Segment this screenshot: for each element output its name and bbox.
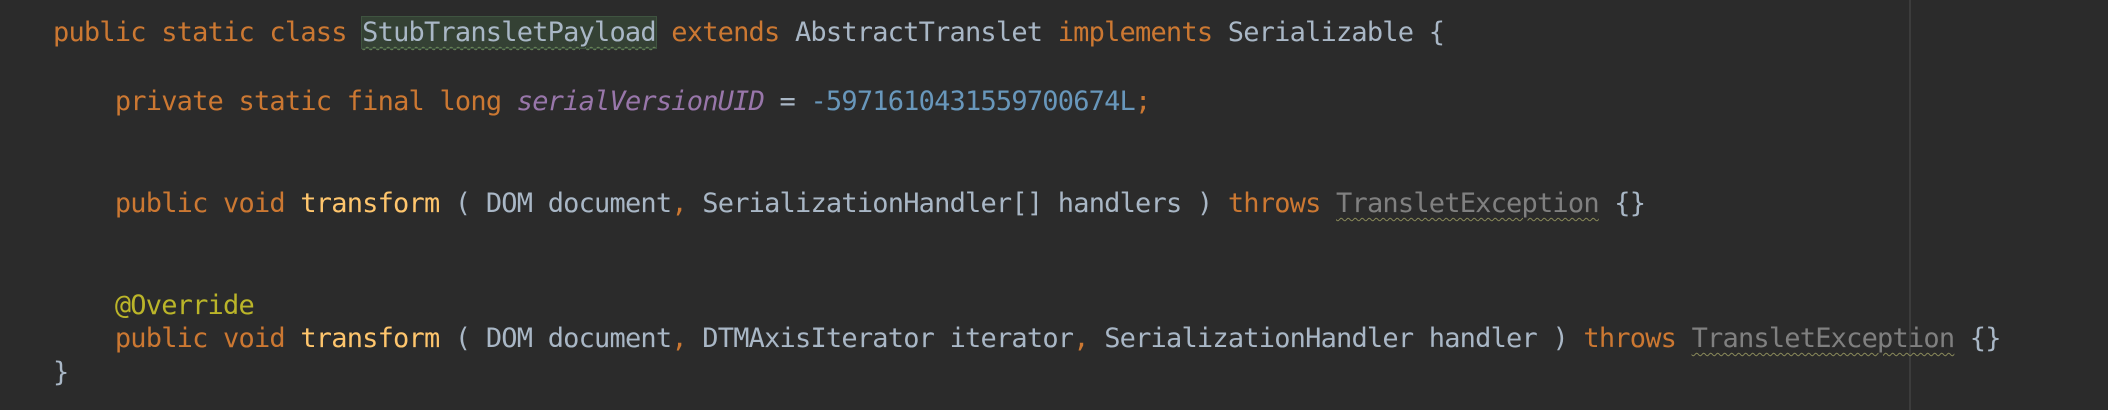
comma: , — [671, 323, 687, 354]
interface-name[interactable]: Serializable — [1228, 17, 1414, 48]
type-serialization-handler-array[interactable]: SerializationHandler[] — [702, 188, 1043, 219]
code-line-5[interactable]: public void transform ( DOM document, DT… — [53, 322, 2002, 356]
keyword-implements: implements — [1057, 17, 1213, 48]
code-line-4[interactable]: @Override — [53, 289, 255, 323]
type-serialization-handler[interactable]: SerializationHandler — [1104, 323, 1414, 354]
annotation-override[interactable]: @Override — [115, 290, 255, 321]
param-document: document — [547, 323, 672, 354]
open-brace: { — [1428, 17, 1445, 48]
keyword-private: private — [114, 86, 224, 117]
keyword-throws: throws — [1227, 188, 1322, 219]
comma: , — [671, 188, 687, 219]
keyword-void: void — [223, 323, 286, 354]
keyword-long: long — [439, 86, 502, 117]
open-paren: ( — [454, 188, 471, 219]
code-line-2[interactable]: private static final long serialVersionU… — [53, 85, 1151, 119]
code-line-6[interactable]: } — [53, 356, 69, 390]
close-paren: ) — [1196, 188, 1213, 219]
field-serial-version-uid[interactable]: serialVersionUID — [517, 86, 765, 117]
param-handler: handler — [1428, 323, 1538, 354]
exception-translet[interactable]: TransletException — [1692, 323, 1956, 354]
exception-translet[interactable]: TransletException — [1336, 188, 1600, 219]
comma: , — [1073, 323, 1089, 354]
method-body: {} — [1969, 323, 2002, 354]
param-iterator: iterator — [949, 323, 1074, 354]
method-body: {} — [1614, 188, 1646, 219]
type-dom[interactable]: DOM — [486, 323, 533, 354]
semicolon: ; — [1135, 86, 1151, 117]
keyword-public: public — [114, 323, 209, 354]
parent-class[interactable]: AbstractTranslet — [795, 17, 1043, 48]
keyword-static: static — [161, 17, 255, 48]
keyword-class: class — [269, 17, 347, 48]
keyword-void: void — [223, 188, 286, 219]
type-dtm-axis-iterator[interactable]: DTMAxisIterator — [702, 323, 935, 354]
close-brace: } — [53, 357, 69, 388]
keyword-extends: extends — [671, 17, 780, 48]
keyword-public: public — [53, 17, 147, 48]
keyword-static: static — [238, 86, 333, 117]
code-line-3[interactable]: public void transform ( DOM document, Se… — [53, 187, 1646, 221]
serial-value: -5971610431559700674L — [810, 86, 1136, 117]
method-transform[interactable]: transform — [300, 323, 440, 354]
keyword-throws: throws — [1583, 323, 1677, 354]
code-line-1[interactable]: public static class StubTransletPayload … — [53, 16, 1445, 50]
assign-operator: = — [779, 86, 796, 117]
open-paren: ( — [454, 323, 471, 354]
type-dom[interactable]: DOM — [486, 188, 533, 219]
param-handlers: handlers — [1057, 188, 1182, 219]
close-paren: ) — [1552, 323, 1568, 354]
class-name[interactable]: StubTransletPayload — [361, 16, 657, 49]
method-transform[interactable]: transform — [300, 188, 440, 219]
keyword-final: final — [346, 86, 425, 117]
keyword-public: public — [114, 188, 209, 219]
code-editor[interactable]: public static class StubTransletPayload … — [0, 0, 2108, 410]
param-document: document — [547, 188, 672, 219]
